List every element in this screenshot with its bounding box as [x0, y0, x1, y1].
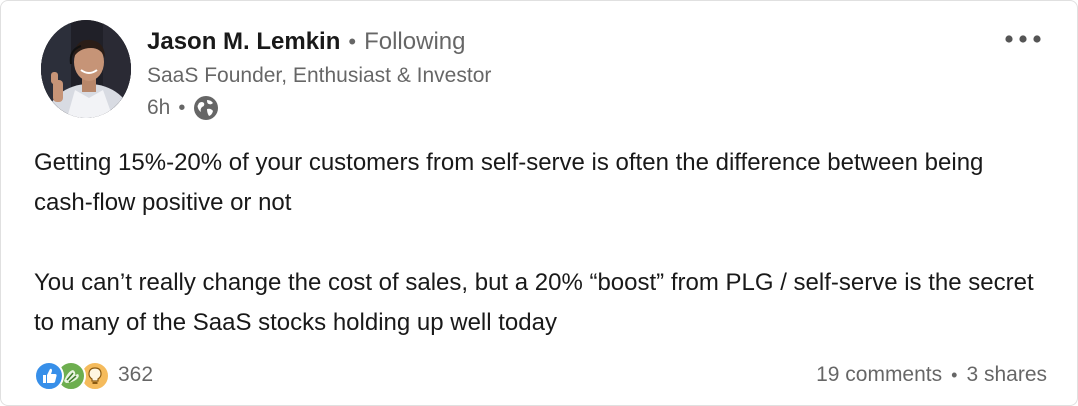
post-time[interactable]: 6h [147, 96, 170, 120]
follow-status[interactable]: Following [364, 28, 465, 56]
post-paragraph: Getting 15%-20% of your customers from s… [34, 149, 984, 216]
social-counts: 19 comments • 3 shares [816, 360, 1047, 390]
author-name[interactable]: Jason M. Lemkin [147, 28, 340, 56]
author-headline: SaaS Founder, Enthusiast & Investor [147, 64, 492, 87]
shares-count[interactable]: 3 shares [966, 363, 1047, 387]
globe-icon [193, 95, 219, 121]
author-avatar[interactable] [41, 20, 131, 118]
like-icon [34, 361, 64, 391]
reaction-icons [34, 358, 114, 392]
post-paragraph: You can’t really change the cost of sale… [34, 269, 1034, 336]
post-meta: 6h • [147, 94, 219, 122]
post-body: Getting 15%-20% of your customers from s… [34, 143, 1044, 343]
name-separator: • [348, 29, 357, 54]
meta-separator: • [178, 96, 186, 119]
reactions-summary[interactable]: 362 [34, 358, 153, 392]
reaction-count: 362 [118, 363, 154, 386]
author-photo [41, 20, 131, 118]
author-name-row: Jason M. Lemkin • Following [147, 25, 465, 59]
counts-separator: • [951, 364, 958, 385]
feed-post-card: Jason M. Lemkin • Following SaaS Founder… [0, 0, 1078, 406]
comments-count[interactable]: 19 comments [816, 363, 942, 387]
more-options-icon[interactable] [1001, 27, 1045, 51]
